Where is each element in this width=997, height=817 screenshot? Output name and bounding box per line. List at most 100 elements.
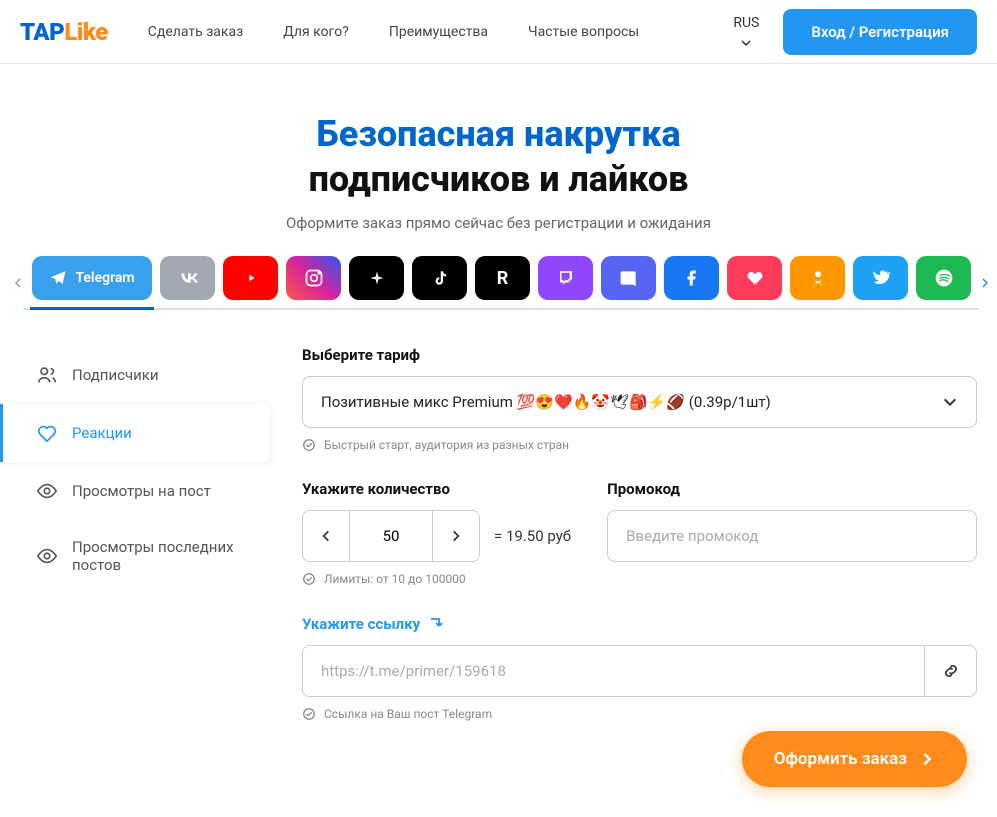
social-facebook[interactable] xyxy=(664,256,719,300)
quantity-label: Укажите количество xyxy=(302,480,571,498)
header: TAPLike Сделать заказ Для кого? Преимуще… xyxy=(0,0,997,64)
nav-order[interactable]: Сделать заказ xyxy=(148,16,243,48)
qty-increase-button[interactable] xyxy=(433,511,479,561)
tariff-hint: Быстрый старт, аудитория из разных стран xyxy=(302,438,977,452)
social-twitch[interactable] xyxy=(538,256,593,300)
users-icon xyxy=(36,364,58,386)
main-nav: Сделать заказ Для кого? Преимущества Час… xyxy=(148,16,710,48)
social-likee[interactable] xyxy=(727,256,782,300)
language-label: RUS xyxy=(733,15,759,31)
service-sidebar: Подписчики Реакции Просмотры на пост Про… xyxy=(20,346,270,721)
logo-part1: TAP xyxy=(20,18,64,46)
language-selector[interactable]: RUS xyxy=(733,15,759,49)
promo-input[interactable] xyxy=(607,510,977,562)
twitch-icon xyxy=(557,269,575,287)
social-x[interactable] xyxy=(349,256,404,300)
link-input[interactable] xyxy=(303,646,924,696)
social-ok[interactable] xyxy=(790,256,845,300)
sparkle-icon xyxy=(369,270,385,286)
check-circle-icon xyxy=(302,438,316,452)
link-copy-button[interactable] xyxy=(924,646,976,696)
tiktok-icon xyxy=(431,269,449,287)
sidebar-item-views-post[interactable]: Просмотры на пост xyxy=(20,462,270,520)
social-telegram[interactable]: Telegram xyxy=(32,256,152,300)
arrow-turn-down-icon xyxy=(428,616,444,632)
telegram-icon xyxy=(49,269,67,287)
qty-decrease-button[interactable] xyxy=(303,511,349,561)
quantity-stepper xyxy=(302,510,480,562)
chevron-left-icon xyxy=(319,529,333,543)
social-instagram[interactable] xyxy=(286,256,341,300)
social-row: Telegram R xyxy=(24,256,979,310)
submit-order-button[interactable]: Оформить заказ xyxy=(742,731,967,787)
youtube-icon xyxy=(241,268,261,288)
scroll-right-button[interactable] xyxy=(979,271,991,295)
facebook-icon xyxy=(683,269,701,287)
heart-icon xyxy=(746,269,764,287)
chevron-left-icon xyxy=(12,277,24,289)
logo[interactable]: TAPLike xyxy=(20,18,108,46)
spotify-icon xyxy=(934,268,954,288)
quantity-hint: Лимиты: от 10 до 100000 xyxy=(302,572,571,586)
chevron-right-icon xyxy=(979,277,991,289)
quantity-section: Укажите количество = 19.50 руб Лимиты: о… xyxy=(302,480,571,586)
tariff-hint-text: Быстрый старт, аудитория из разных стран xyxy=(324,438,569,452)
check-circle-icon xyxy=(302,707,316,721)
promo-section: Промокод xyxy=(607,480,977,586)
sidebar-item-views-recent[interactable]: Просмотры последних постов xyxy=(20,520,270,592)
social-discord[interactable] xyxy=(601,256,656,300)
nav-for-whom[interactable]: Для кого? xyxy=(283,16,349,48)
hero-subtitle: Оформите заказ прямо сейчас без регистра… xyxy=(0,214,997,232)
eye-icon xyxy=(36,545,58,567)
social-rutube[interactable]: R xyxy=(475,256,530,300)
social-active-label: Telegram xyxy=(75,270,134,286)
social-twitter[interactable] xyxy=(853,256,908,300)
quantity-hint-text: Лимиты: от 10 до 100000 xyxy=(324,572,466,586)
check-circle-icon xyxy=(302,572,316,586)
logo-part2: Like xyxy=(64,18,108,46)
link-label: Укажите ссылку xyxy=(302,615,444,633)
chevron-down-icon xyxy=(740,37,752,49)
tariff-value: Позитивные микс Premium 💯😍❤️🔥🤡🕊🎒⚡🏈 (0.39… xyxy=(321,393,771,411)
scroll-left-button[interactable] xyxy=(12,271,24,295)
tariff-select[interactable]: Позитивные микс Premium 💯😍❤️🔥🤡🕊🎒⚡🏈 (0.39… xyxy=(302,376,977,428)
sidebar-item-subscribers[interactable]: Подписчики xyxy=(20,346,270,404)
chevron-right-icon xyxy=(919,751,935,767)
social-vk[interactable] xyxy=(160,256,215,300)
sidebar-item-label: Просмотры последних постов xyxy=(72,538,254,574)
tariff-label: Выберите тариф xyxy=(302,346,977,364)
vk-icon xyxy=(177,267,199,289)
sidebar-item-label: Просмотры на пост xyxy=(72,482,211,500)
sidebar-item-reactions[interactable]: Реакции xyxy=(0,404,270,462)
hero-line1: Безопасная накрутка xyxy=(316,113,680,155)
rutube-icon: R xyxy=(497,268,509,289)
chevron-right-icon xyxy=(449,529,463,543)
instagram-icon xyxy=(304,268,324,288)
main-content: Подписчики Реакции Просмотры на пост Про… xyxy=(0,314,997,721)
hero: Безопасная накрутка подписчиков и лайков… xyxy=(0,64,997,256)
ok-icon xyxy=(809,269,827,287)
price-text: = 19.50 руб xyxy=(494,527,571,545)
submit-label: Оформить заказ xyxy=(774,749,907,769)
link-hint: Ссылка на Ваш пост Telegram xyxy=(302,707,977,721)
twitter-icon xyxy=(872,269,890,287)
nav-faq[interactable]: Частые вопросы xyxy=(528,16,639,48)
link-hint-text: Ссылка на Ваш пост Telegram xyxy=(324,707,492,721)
sidebar-item-label: Подписчики xyxy=(72,366,159,384)
social-tabs: Telegram R xyxy=(0,256,997,314)
discord-icon xyxy=(619,268,639,288)
link-section: Укажите ссылку Ссылка на Ваш пост Telegr… xyxy=(302,614,977,721)
heart-outline-icon xyxy=(36,422,58,444)
hero-title: Безопасная накрутка подписчиков и лайков xyxy=(0,112,997,202)
hero-line2: подписчиков и лайков xyxy=(309,158,689,200)
nav-benefits[interactable]: Преимущества xyxy=(389,16,488,48)
chevron-down-icon xyxy=(942,394,958,410)
sidebar-item-label: Реакции xyxy=(72,424,132,442)
social-spotify[interactable] xyxy=(916,256,971,300)
promo-label: Промокод xyxy=(607,480,977,498)
social-tiktok[interactable] xyxy=(412,256,467,300)
order-form: Выберите тариф Позитивные микс Premium 💯… xyxy=(302,346,977,721)
quantity-input[interactable] xyxy=(349,511,433,561)
social-youtube[interactable] xyxy=(223,256,278,300)
login-button[interactable]: Вход / Регистрация xyxy=(783,9,977,55)
